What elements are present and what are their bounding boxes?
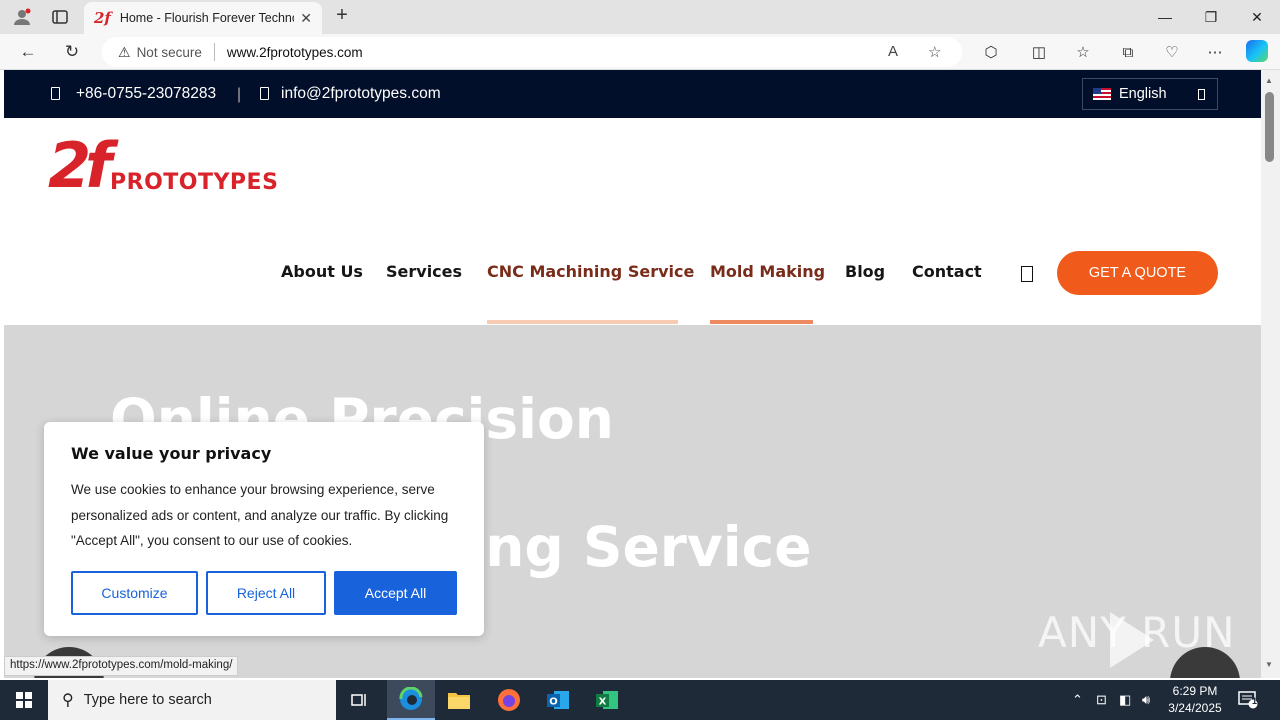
nav-cnc-machining-service[interactable]: CNC Machining Service <box>487 262 694 281</box>
outlook-icon[interactable]: O <box>534 680 582 720</box>
extensions-icon[interactable]: ⬡ <box>979 42 1003 64</box>
warning-icon: ⚠ <box>118 43 131 60</box>
reject-all-button[interactable]: Reject All <box>206 571 326 615</box>
nav-services[interactable]: Services <box>386 262 462 281</box>
nav-active-underline <box>710 320 813 324</box>
svg-text:O: O <box>549 697 558 708</box>
tab-title: Home - Flourish Forever Technol <box>119 11 295 25</box>
favorite-star-icon[interactable]: ☆ <box>928 43 941 61</box>
site-logo[interactable]: 2f PROTOTYPES <box>48 130 278 205</box>
taskbar-search[interactable]: ⚲ Type here to search <box>48 680 336 720</box>
new-tab-button[interactable]: + <box>330 4 354 28</box>
email-address[interactable]: info@2fprototypes.com <box>281 85 441 103</box>
site-favicon-icon: 2f <box>94 9 111 27</box>
contact-topbar: +86-0755-23078283 | info@2fprototypes.co… <box>4 70 1261 118</box>
scroll-up-icon[interactable]: ▲ <box>1265 76 1273 85</box>
scroll-thumb[interactable] <box>1265 92 1274 162</box>
restore-icon[interactable]: ❐ <box>1188 6 1234 28</box>
taskbar-search-placeholder: Type here to search <box>83 692 212 708</box>
page-scrollbar[interactable]: ▲ ▼ <box>1261 70 1280 678</box>
address-bar[interactable]: ⚠ Not secure www.2fprototypes.com A ☆ <box>102 37 962 67</box>
logo-mark: 2f <box>48 129 112 202</box>
copilot-icon[interactable] <box>1246 40 1268 62</box>
firefox-icon[interactable] <box>485 680 533 720</box>
svg-text:X: X <box>599 697 607 708</box>
task-view-icon[interactable] <box>336 680 384 720</box>
split-screen-icon[interactable]: ◫ <box>1027 42 1051 64</box>
read-aloud-icon[interactable]: A <box>888 43 898 60</box>
back-arrow-icon[interactable]: ← <box>14 39 42 65</box>
browser-tab-bar: 2f Home - Flourish Forever Technol ✕ + —… <box>0 0 1280 34</box>
collections-icon[interactable]: ⧉ <box>1116 42 1140 64</box>
clock-date: 3/24/2025 <box>1168 701 1222 715</box>
windows-taskbar: ⚲ Type here to search O X ⌃ ⊡ ◧ 🔊︎ 6:29 … <box>0 680 1280 720</box>
edge-app-icon[interactable] <box>387 680 435 720</box>
customize-button[interactable]: Customize <box>71 571 198 615</box>
logo-wordmark: PROTOTYPES <box>110 170 279 195</box>
dropdown-icon <box>1198 89 1205 100</box>
windows-logo-icon <box>16 692 32 708</box>
active-tab[interactable]: 2f Home - Flourish Forever Technol ✕ <box>84 2 322 34</box>
cookie-body: We use cookies to enhance your browsing … <box>71 482 449 548</box>
clock-time: 6:29 PM <box>1172 684 1218 698</box>
accept-all-button[interactable]: Accept All <box>334 571 457 615</box>
scroll-down-icon[interactable]: ▼ <box>1265 660 1273 669</box>
search-icon[interactable] <box>1021 266 1033 282</box>
tab-actions-icon[interactable] <box>46 4 74 30</box>
main-navigation: About Us Services CNC Machining Service … <box>4 250 1261 326</box>
nav-contact[interactable]: Contact <box>912 262 982 281</box>
refresh-icon[interactable]: ↻ <box>58 39 86 65</box>
security-label: Not secure <box>136 44 202 60</box>
us-flag-icon <box>1093 88 1111 100</box>
cookie-title: We value your privacy <box>71 444 272 463</box>
wifi-icon[interactable]: ◧ <box>1119 680 1131 720</box>
email-icon <box>260 87 269 100</box>
volume-icon[interactable]: 🔊︎ <box>1142 680 1150 720</box>
network-icon[interactable]: ⊡ <box>1096 680 1107 720</box>
language-selector[interactable]: English <box>1082 78 1218 110</box>
taskbar-clock[interactable]: 6:29 PM 3/24/2025 <box>1160 683 1230 717</box>
favorites-icon[interactable]: ☆ <box>1071 42 1095 64</box>
phone-icon <box>51 87 60 100</box>
profile-icon[interactable] <box>8 4 36 30</box>
cookie-consent-dialog: We value your privacy We use cookies to … <box>44 422 484 636</box>
file-explorer-icon[interactable] <box>435 680 483 720</box>
show-hidden-icons[interactable]: ⌃ <box>1072 680 1083 720</box>
link-status-bar: https://www.2fprototypes.com/mold-making… <box>4 656 239 676</box>
watermark-play-icon <box>1110 612 1154 668</box>
nav-about-us[interactable]: About Us <box>281 262 363 281</box>
browser-toolbar: ← ↻ ⚠ Not secure www.2fprototypes.com A … <box>0 34 1280 70</box>
get-a-quote-button[interactable]: GET A QUOTE <box>1057 251 1218 295</box>
start-button[interactable] <box>0 680 48 720</box>
minimize-icon[interactable]: — <box>1142 6 1188 28</box>
browser-essentials-icon[interactable]: ♡ <box>1160 42 1184 64</box>
excel-icon[interactable]: X <box>583 680 631 720</box>
url-text: www.2fprototypes.com <box>226 44 363 60</box>
notification-center-icon[interactable]: 1 <box>1238 680 1258 720</box>
topbar-divider: | <box>237 86 242 103</box>
more-menu-icon[interactable]: ⋯ <box>1203 42 1227 64</box>
window-close-icon[interactable]: ✕ <box>1234 6 1280 28</box>
phone-number[interactable]: +86-0755-23078283 <box>76 85 216 103</box>
nav-mold-making[interactable]: Mold Making <box>710 262 825 281</box>
nav-hover-underline <box>487 320 678 324</box>
tab-close-icon[interactable]: ✕ <box>300 10 312 27</box>
notification-count: 1 <box>1252 696 1258 706</box>
nav-blog[interactable]: Blog <box>845 262 885 281</box>
language-label: English <box>1119 86 1167 102</box>
search-icon: ⚲ <box>62 692 74 709</box>
